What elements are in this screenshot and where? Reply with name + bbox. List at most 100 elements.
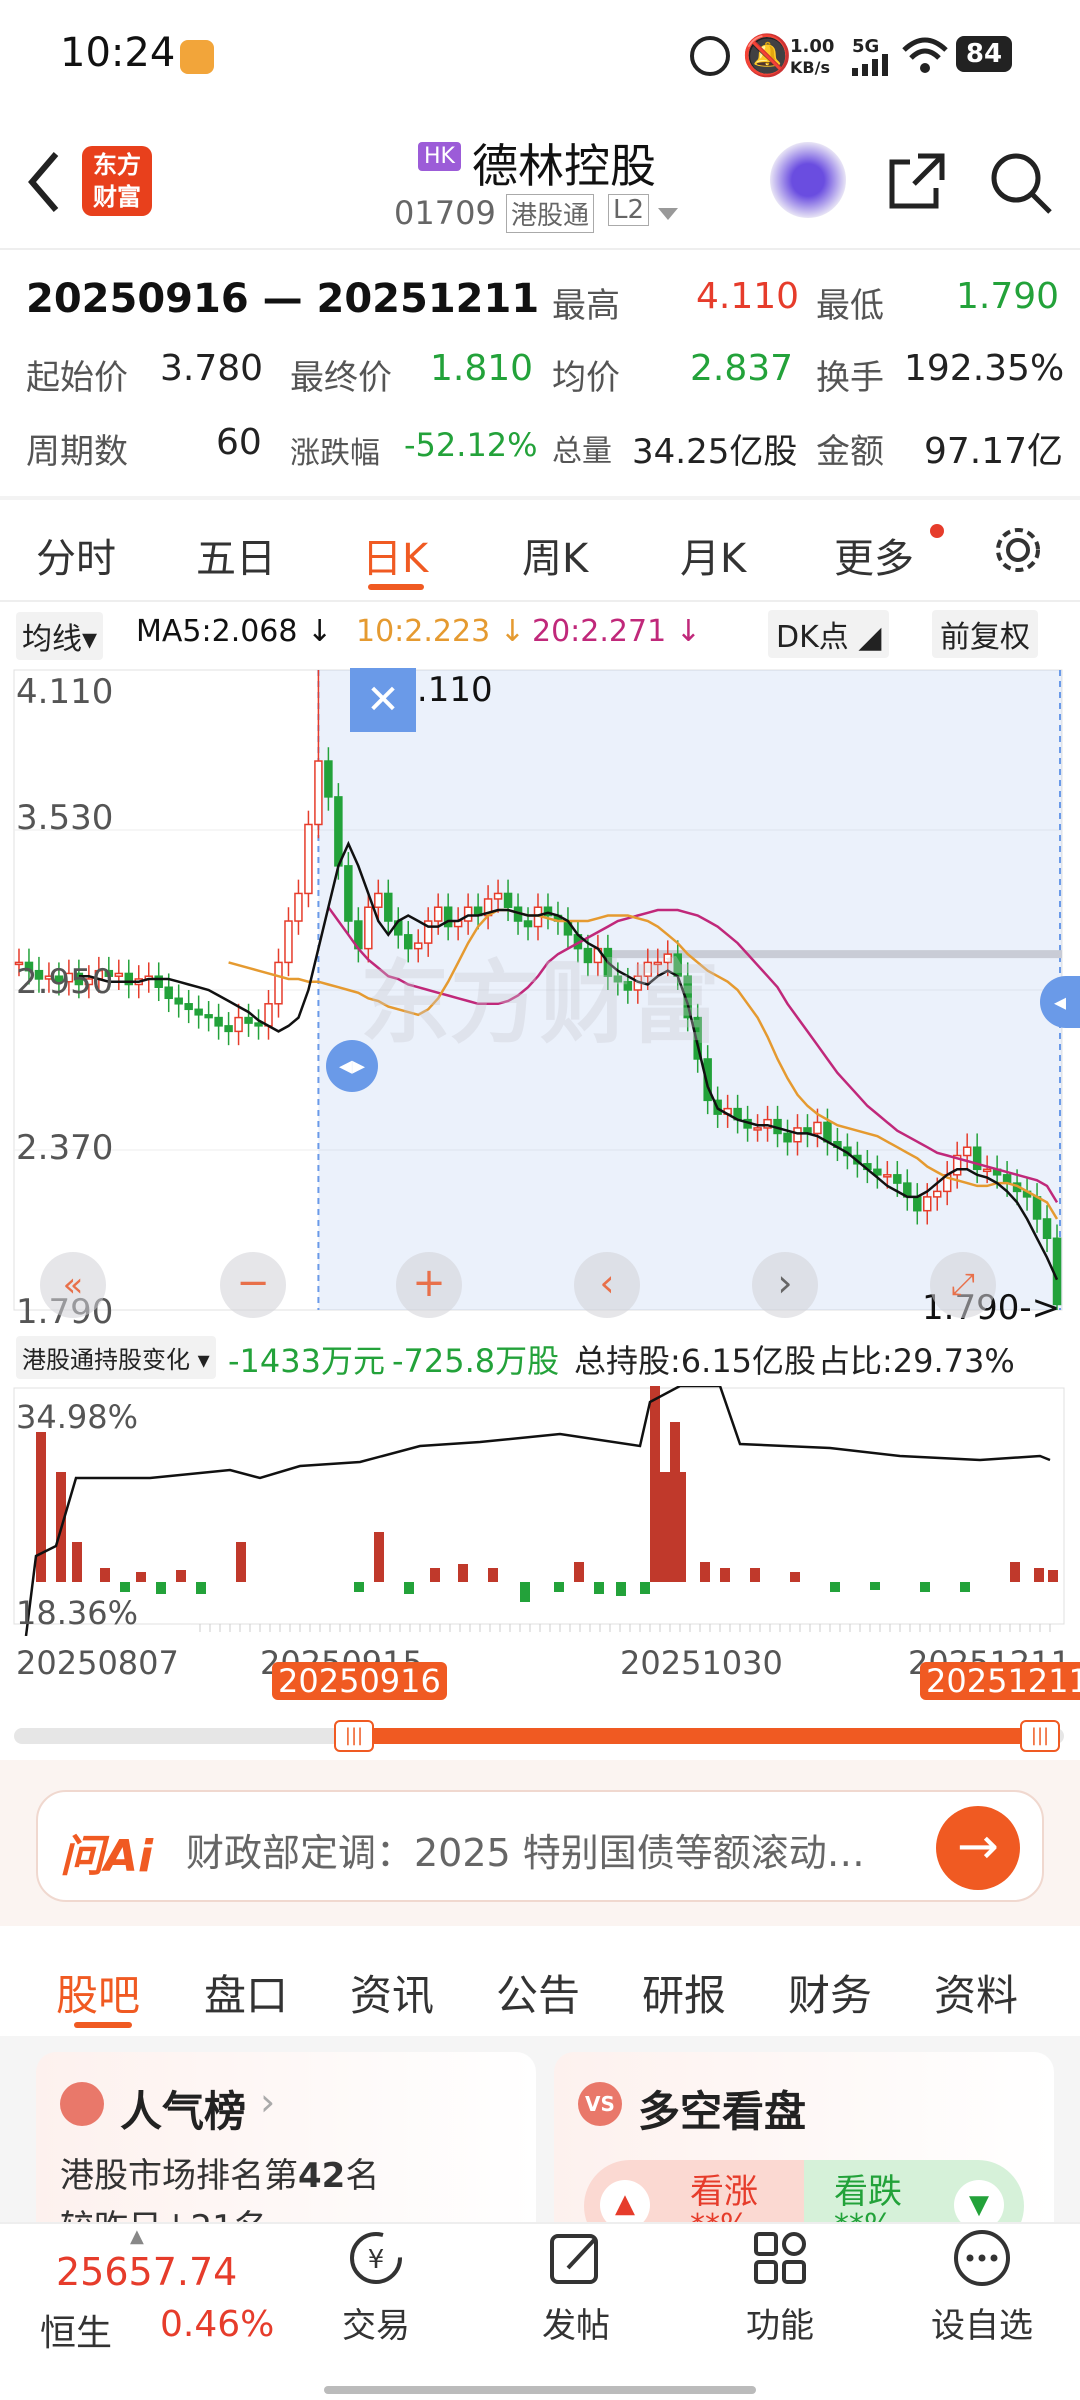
range-end-label: 20251211 bbox=[920, 1662, 1080, 1700]
rank-number: 42 bbox=[298, 2156, 346, 2196]
holding-bar bbox=[1010, 1562, 1020, 1582]
candle-body bbox=[224, 1025, 233, 1033]
tab-research[interactable]: 研报 bbox=[642, 1962, 726, 2023]
holding-amount: -1433万元 bbox=[228, 1342, 385, 1380]
rank-line: 港股市场排名第42名 bbox=[60, 2148, 379, 2197]
holding-bar bbox=[430, 1568, 440, 1582]
candle-body bbox=[254, 1022, 263, 1027]
ai-search-bar[interactable]: 问Ai 财政部定调：2025 特别国债等额滚动… → bbox=[36, 1790, 1044, 1902]
nav-trade[interactable]: ¥ 交易 bbox=[306, 2228, 446, 2347]
tab-finance[interactable]: 财务 bbox=[788, 1962, 872, 2023]
tab-weekly-k[interactable]: 周K bbox=[522, 526, 588, 584]
turnover-value: 192.35% bbox=[904, 348, 1065, 389]
mute-icon: 🔕 bbox=[742, 33, 792, 79]
app-logo[interactable]: 东方 财富 bbox=[82, 146, 152, 216]
index-name: 恒生 bbox=[40, 2313, 113, 2354]
change-value: -52.12% bbox=[404, 426, 538, 464]
tab-announcements[interactable]: 公告 bbox=[496, 1962, 580, 2023]
tab-monthly-k[interactable]: 月K bbox=[680, 526, 746, 584]
index-change: 0.46% bbox=[160, 2304, 275, 2345]
prev-button[interactable]: ‹ bbox=[574, 1252, 640, 1318]
avg-label: 均价 bbox=[552, 358, 620, 398]
holding-bar bbox=[458, 1564, 468, 1582]
gear-icon[interactable] bbox=[990, 522, 1046, 578]
stock-name: 德林控股 bbox=[472, 139, 656, 193]
ai-go-button[interactable]: → bbox=[936, 1806, 1020, 1890]
holding-bar bbox=[750, 1568, 760, 1582]
holding-selector[interactable]: 港股通持股变化 ▾ bbox=[16, 1336, 216, 1379]
stock-header: 东方 财富 HK 德林控股 01709 港股通 L2 bbox=[0, 120, 1080, 250]
back-icon[interactable] bbox=[24, 150, 64, 214]
search-icon[interactable] bbox=[988, 150, 1054, 216]
candle-body bbox=[284, 920, 293, 964]
price-tick: 2.370 bbox=[16, 1128, 114, 1168]
close-selection-button[interactable]: ✕ bbox=[350, 668, 416, 732]
divider bbox=[0, 600, 1080, 602]
alarm-icon bbox=[690, 36, 730, 76]
fq-button[interactable]: 前复权 bbox=[932, 610, 1038, 658]
tab-intraday[interactable]: 分时 bbox=[36, 526, 116, 584]
candle-body bbox=[1032, 1196, 1042, 1220]
vs-title: 多空看盘 bbox=[638, 2087, 807, 2136]
caret-up-icon: ▲ bbox=[130, 2226, 144, 2247]
holding-bar bbox=[830, 1582, 840, 1592]
candle-body bbox=[334, 796, 343, 867]
ggt-tag: 港股通 bbox=[506, 194, 595, 233]
tab-profile[interactable]: 资料 bbox=[934, 1962, 1018, 2023]
tab-guba[interactable]: 股吧 bbox=[56, 1962, 140, 2023]
tab-more[interactable]: 更多 bbox=[834, 526, 914, 584]
logo-line1: 东方 bbox=[93, 151, 141, 179]
holding-shares: -725.8万股 bbox=[392, 1342, 560, 1380]
tab-five-day[interactable]: 五日 bbox=[196, 526, 276, 584]
amount-label: 金额 bbox=[816, 432, 884, 472]
candle-body bbox=[384, 892, 393, 922]
zoom-out-button[interactable]: − bbox=[220, 1252, 286, 1318]
candle-body bbox=[274, 961, 283, 1005]
ma10-value: 10:2.223 ↓ bbox=[356, 614, 525, 649]
dk-button[interactable]: DK点 ◢ bbox=[768, 610, 890, 658]
holding-bar bbox=[790, 1572, 800, 1582]
drag-handle-left[interactable]: ◂▸ bbox=[326, 1040, 378, 1092]
holding-frame bbox=[13, 1387, 1065, 1625]
next-button[interactable]: › bbox=[752, 1252, 818, 1318]
candle-body bbox=[433, 906, 443, 922]
holding-bar bbox=[36, 1432, 46, 1582]
status-bar: 10:24 🔕 1.00 KB/s 5G 84 bbox=[0, 0, 1080, 112]
holding-bar bbox=[176, 1570, 186, 1582]
assistant-avatar[interactable] bbox=[770, 142, 846, 218]
rank-suffix: 名 bbox=[345, 2156, 380, 2196]
bull-label: 看涨 bbox=[690, 2172, 758, 2212]
net-speed: 1.00 bbox=[790, 36, 835, 57]
rewind-button[interactable]: « bbox=[40, 1252, 106, 1318]
ma-selector[interactable]: 均线▾ bbox=[16, 612, 104, 660]
candle-body bbox=[214, 1016, 223, 1027]
chevron-down-icon[interactable] bbox=[658, 208, 678, 222]
candle-body bbox=[793, 1127, 802, 1143]
range-handle-right[interactable]: ||| bbox=[1020, 1720, 1060, 1752]
candle-body bbox=[503, 892, 513, 908]
holding-bar bbox=[574, 1562, 584, 1582]
holding-axis-bottom: 18.36% bbox=[16, 1594, 139, 1632]
candle-body bbox=[304, 823, 313, 895]
holding-chart[interactable] bbox=[0, 1386, 1080, 1636]
tab-pankou[interactable]: 盘口 bbox=[204, 1962, 288, 2023]
holding-bar bbox=[650, 1386, 660, 1582]
candle-body bbox=[982, 1168, 992, 1173]
candle-body bbox=[972, 1146, 982, 1171]
nav-add-watchlist[interactable]: 设自选 bbox=[912, 2228, 1052, 2347]
range-handle-left[interactable]: ||| bbox=[334, 1720, 374, 1752]
volume-label: 总量 bbox=[552, 434, 612, 469]
grid-icon bbox=[754, 2232, 806, 2284]
holding-bar bbox=[1034, 1568, 1044, 1582]
fullscreen-button[interactable]: ⤢ bbox=[930, 1252, 996, 1318]
nav-post[interactable]: 发帖 bbox=[506, 2228, 646, 2347]
nav-functions[interactable]: 功能 bbox=[710, 2228, 850, 2347]
tab-news[interactable]: 资讯 bbox=[350, 1962, 434, 2023]
zoom-in-button[interactable]: + bbox=[396, 1252, 462, 1318]
date-label: 20250807 bbox=[16, 1644, 179, 1682]
avg-value: 2.837 bbox=[690, 348, 794, 389]
share-icon[interactable] bbox=[884, 150, 948, 214]
candle-body bbox=[893, 1174, 902, 1184]
tab-daily-k[interactable]: 日K bbox=[362, 526, 428, 584]
level-tag: L2 bbox=[608, 194, 650, 226]
